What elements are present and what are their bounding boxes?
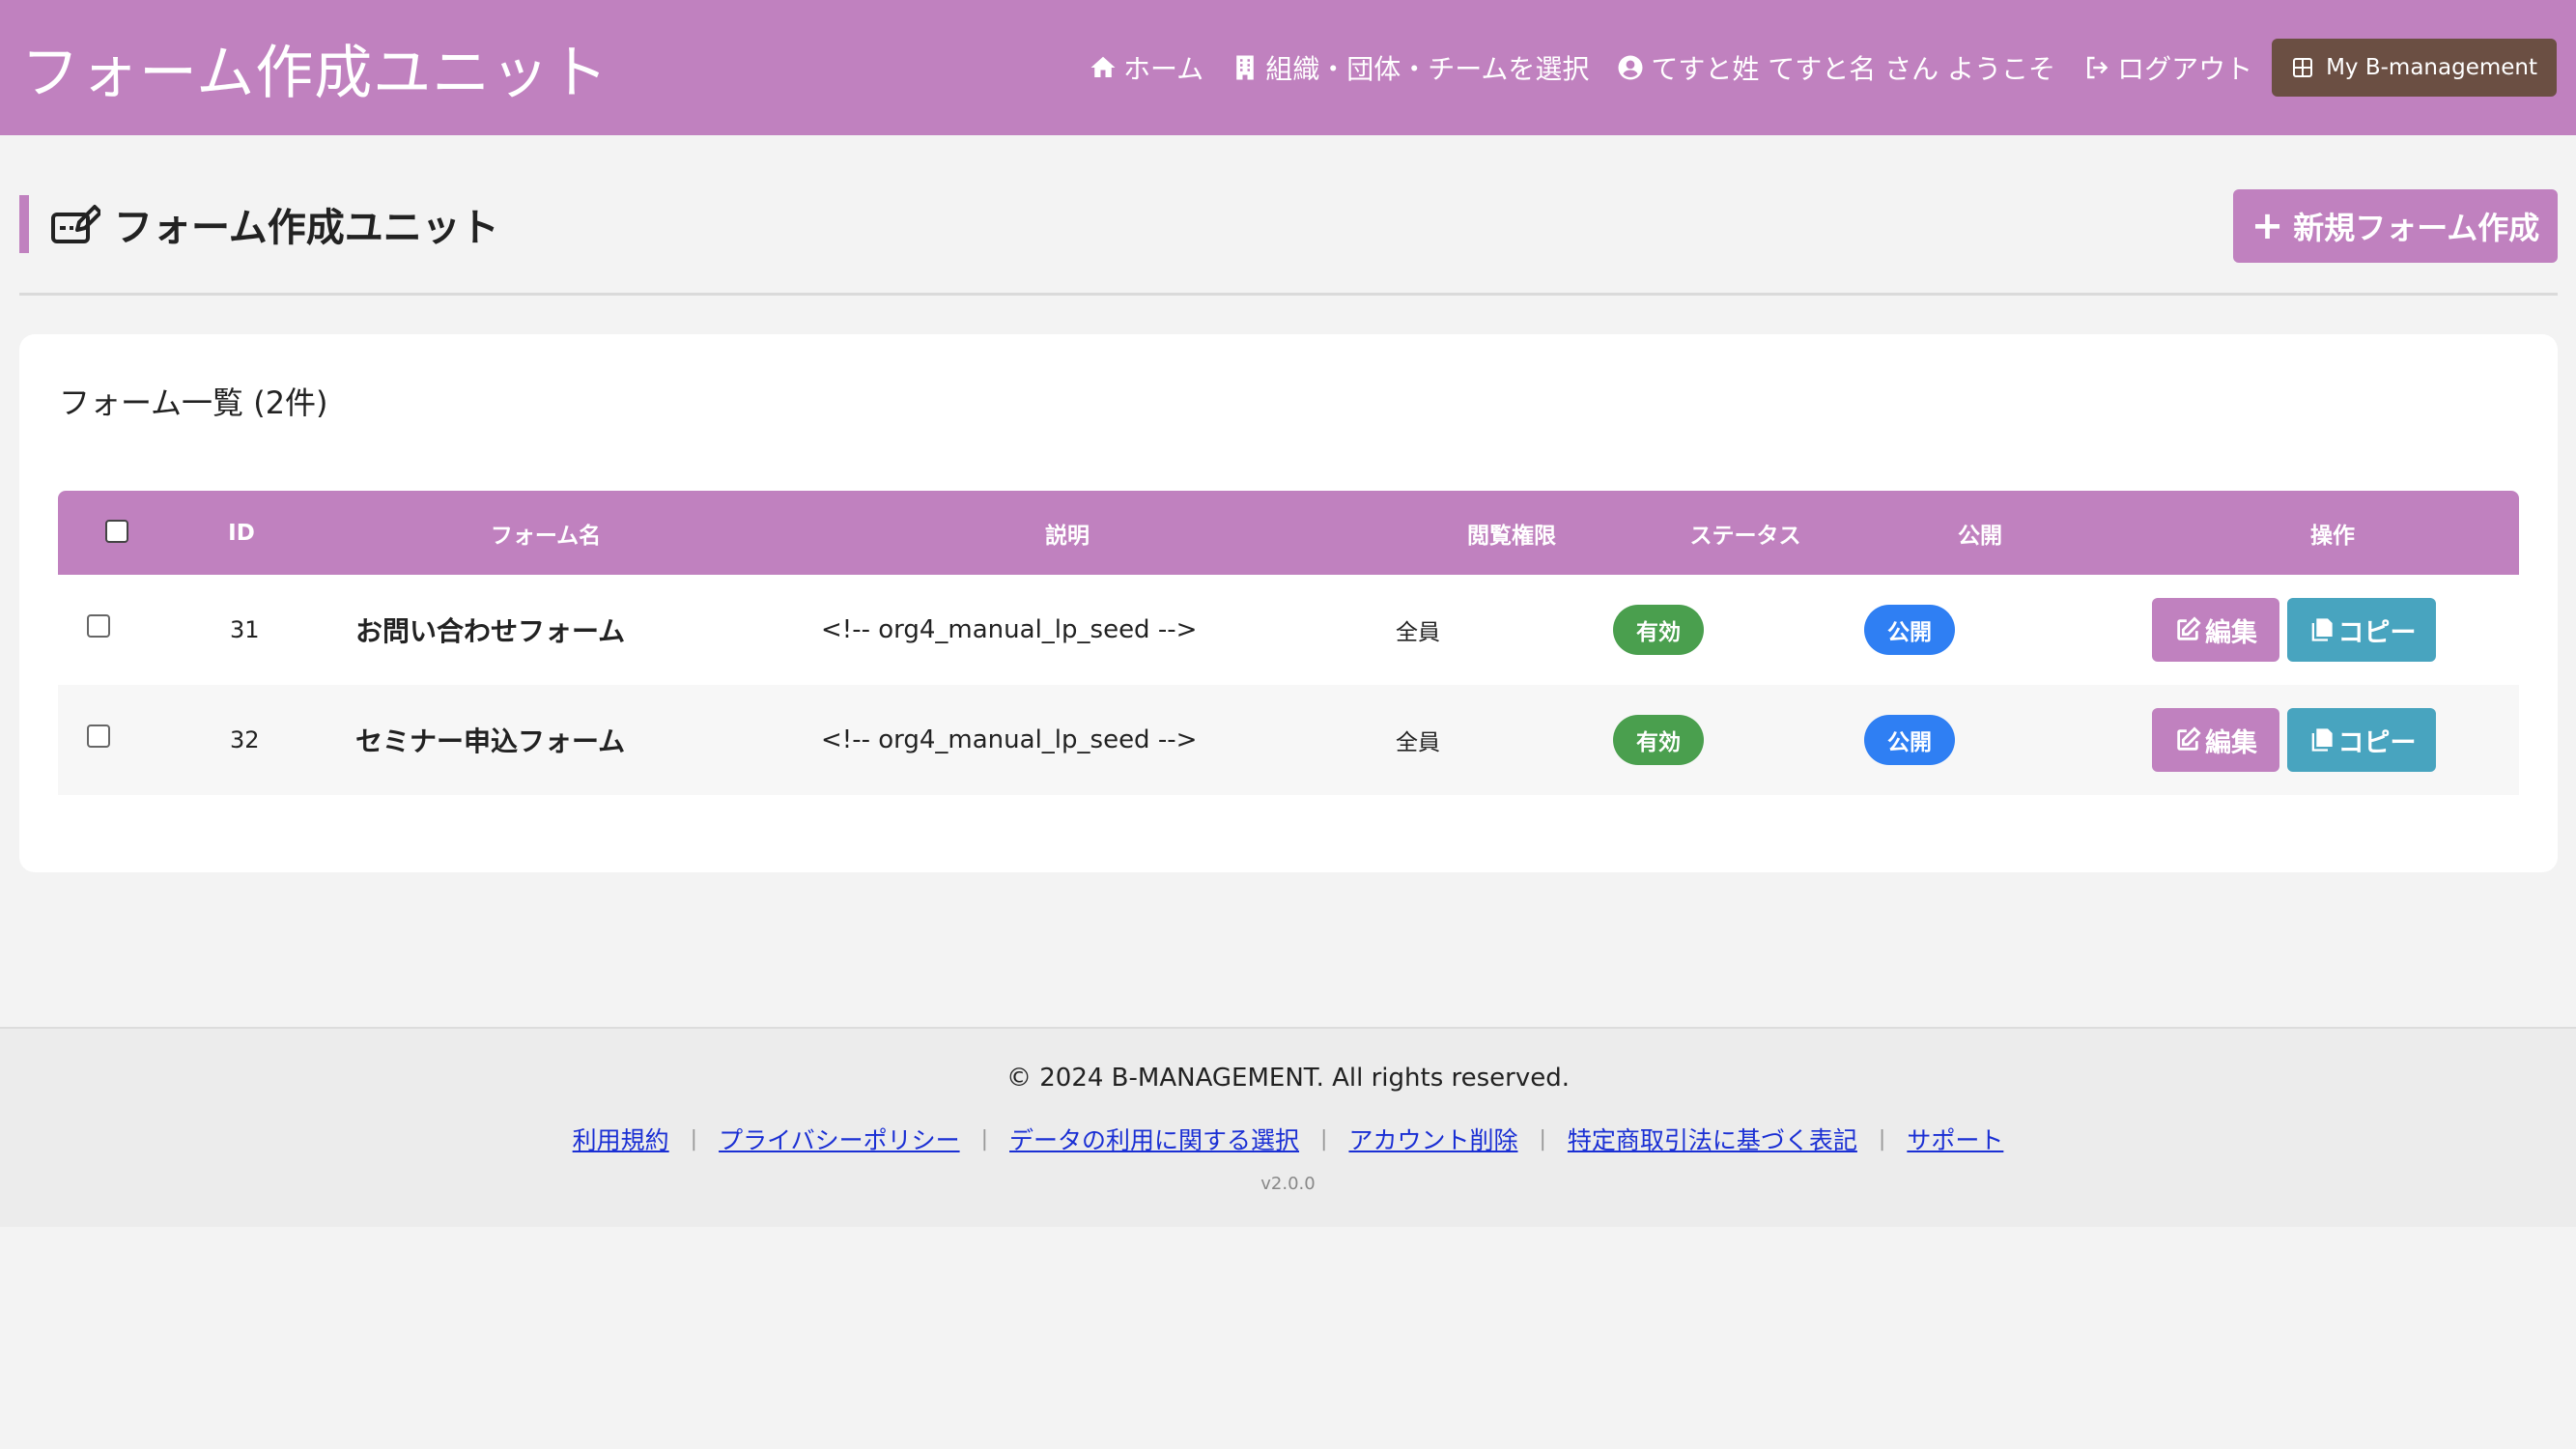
col-public: 公開 (1958, 523, 2002, 549)
public-badge: 公開 (1864, 605, 1955, 655)
nav-org-select-link[interactable]: 組織・団体・チームを選択 (1231, 48, 1589, 87)
row-status-cell: 有効 (1613, 575, 1704, 685)
app-version: v2.0.0 (1260, 1174, 1316, 1194)
table-row: 31 お問い合わせフォーム <!-- org4_manual_lp_seed -… (58, 575, 2519, 685)
nav-org-select-label: 組織・団体・チームを選択 (1265, 53, 1590, 85)
footer-separator: | (980, 1126, 989, 1151)
col-description: 説明 (1045, 523, 1090, 549)
row-checkbox-cell (87, 575, 110, 685)
logout-icon (2087, 56, 2109, 79)
table-header: ID フォーム名 説明 閲覧権限 ステータス 公開 操作 (58, 491, 2519, 575)
form-list-title: フォーム一覧 (2件) (59, 384, 328, 421)
home-icon (1090, 56, 1116, 77)
col-form-name: フォーム名 (490, 523, 602, 549)
nav-user-welcome[interactable]: てすと姓 てすと名 さん ようこそ (1616, 48, 2055, 87)
row-checkbox[interactable] (87, 724, 110, 748)
select-all-cell (104, 491, 129, 575)
footer-copyright: © 2024 B-MANAGEMENT. All rights reserved… (1005, 1064, 1571, 1093)
nav-home-link[interactable]: ホーム (1089, 48, 1203, 87)
row-id: 31 (230, 616, 260, 643)
plus-icon: + (2250, 204, 2284, 248)
edit-label: 編集 (2205, 617, 2257, 648)
row-description: <!-- org4_manual_lp_seed --> (821, 725, 1198, 754)
footer-link-support[interactable]: サポート (1907, 1122, 2003, 1156)
copy-icon (2311, 728, 2333, 752)
footer-link-data-choices[interactable]: データの利用に関する選択 (1009, 1122, 1299, 1156)
copy-label: コピー (2337, 617, 2417, 648)
copy-label: コピー (2337, 727, 2417, 758)
status-badge: 有効 (1613, 715, 1704, 765)
nav-logout-label: ログアウト (2117, 53, 2253, 85)
row-form-name[interactable]: お問い合わせフォーム (355, 575, 625, 685)
user-circle-icon (1618, 55, 1643, 80)
footer-separator: | (1878, 1126, 1886, 1151)
row-actions: 編集 コピー (2152, 685, 2436, 795)
edit-icon (2177, 726, 2201, 751)
status-badge: 有効 (1613, 605, 1704, 655)
col-id: ID (228, 520, 255, 546)
row-permission: 全員 (1396, 620, 1440, 645)
nav-home-label: ホーム (1123, 53, 1204, 85)
footer-link-commerce-law[interactable]: 特定商取引法に基づく表記 (1568, 1122, 1857, 1156)
table-row: 32 セミナー申込フォーム <!-- org4_manual_lp_seed -… (58, 685, 2519, 795)
top-navbar: フォーム作成ユニット ホーム 組織・団体・チームを選択 てすと姓 てすと名 さん… (0, 0, 2576, 135)
footer-link-terms[interactable]: 利用規約 (573, 1122, 669, 1156)
nav-logout-link[interactable]: ログアウト (2082, 48, 2252, 87)
public-badge: 公開 (1864, 715, 1955, 765)
my-bmanagement-button[interactable]: My B-management (2272, 39, 2557, 97)
footer-link-privacy[interactable]: プライバシーポリシー (719, 1122, 960, 1156)
row-id: 32 (230, 726, 260, 753)
row-status-cell: 有効 (1613, 685, 1704, 795)
footer-separator: | (1539, 1126, 1546, 1151)
col-status: ステータス (1689, 523, 1801, 549)
footer-separator: | (690, 1126, 698, 1151)
new-form-label: 新規フォーム作成 (2293, 210, 2540, 246)
row-permission: 全員 (1396, 730, 1440, 755)
row-public-cell: 公開 (1864, 575, 1955, 685)
row-form-name[interactable]: セミナー申込フォーム (355, 685, 625, 795)
row-actions: 編集 コピー (2152, 575, 2436, 685)
building-icon (1236, 55, 1254, 80)
form-list-card: フォーム一覧 (2件) ID フォーム名 説明 閲覧権限 ステータス 公開 操作… (19, 334, 2558, 872)
row-checkbox[interactable] (87, 614, 110, 638)
app-brand[interactable]: フォーム作成ユニット (21, 26, 609, 110)
form-edit-icon (51, 205, 100, 243)
footer-link-account-delete[interactable]: アカウント削除 (1348, 1122, 1517, 1156)
footer-links: 利用規約 | プライバシーポリシー | データの利用に関する選択 | アカウント… (0, 1122, 2576, 1156)
page-title-text: フォーム作成ユニット (114, 206, 499, 250)
copy-button[interactable]: コピー (2287, 598, 2436, 662)
edit-button[interactable]: 編集 (2152, 598, 2279, 662)
col-permission: 閲覧権限 (1467, 523, 1556, 549)
row-public-cell: 公開 (1864, 685, 1955, 795)
nav-menu: ホーム 組織・団体・チームを選択 てすと姓 てすと名 さん ようこそ ログアウト… (1062, 39, 2557, 97)
row-checkbox-cell (87, 685, 110, 795)
footer-separator: | (1320, 1126, 1328, 1151)
form-table: ID フォーム名 説明 閲覧権限 ステータス 公開 操作 31 お問い合わせフォ… (58, 491, 2519, 795)
edit-label: 編集 (2205, 727, 2257, 758)
page-header: フォーム作成ユニット + 新規フォーム作成 (19, 189, 2558, 296)
page-title: フォーム作成ユニット (19, 195, 499, 253)
edit-icon (2177, 616, 2201, 640)
grid-icon (2293, 58, 2313, 77)
col-actions: 操作 (2310, 523, 2355, 549)
select-all-checkbox[interactable] (105, 519, 128, 543)
copy-button[interactable]: コピー (2287, 708, 2436, 772)
my-bmanagement-label: My B-management (2326, 55, 2537, 80)
page-footer: © 2024 B-MANAGEMENT. All rights reserved… (0, 1027, 2576, 1227)
edit-button[interactable]: 編集 (2152, 708, 2279, 772)
copy-icon (2311, 618, 2333, 641)
new-form-button[interactable]: + 新規フォーム作成 (2233, 189, 2558, 263)
row-description: <!-- org4_manual_lp_seed --> (821, 615, 1198, 644)
nav-welcome-label: てすと姓 てすと名 さん ようこそ (1651, 53, 2056, 85)
